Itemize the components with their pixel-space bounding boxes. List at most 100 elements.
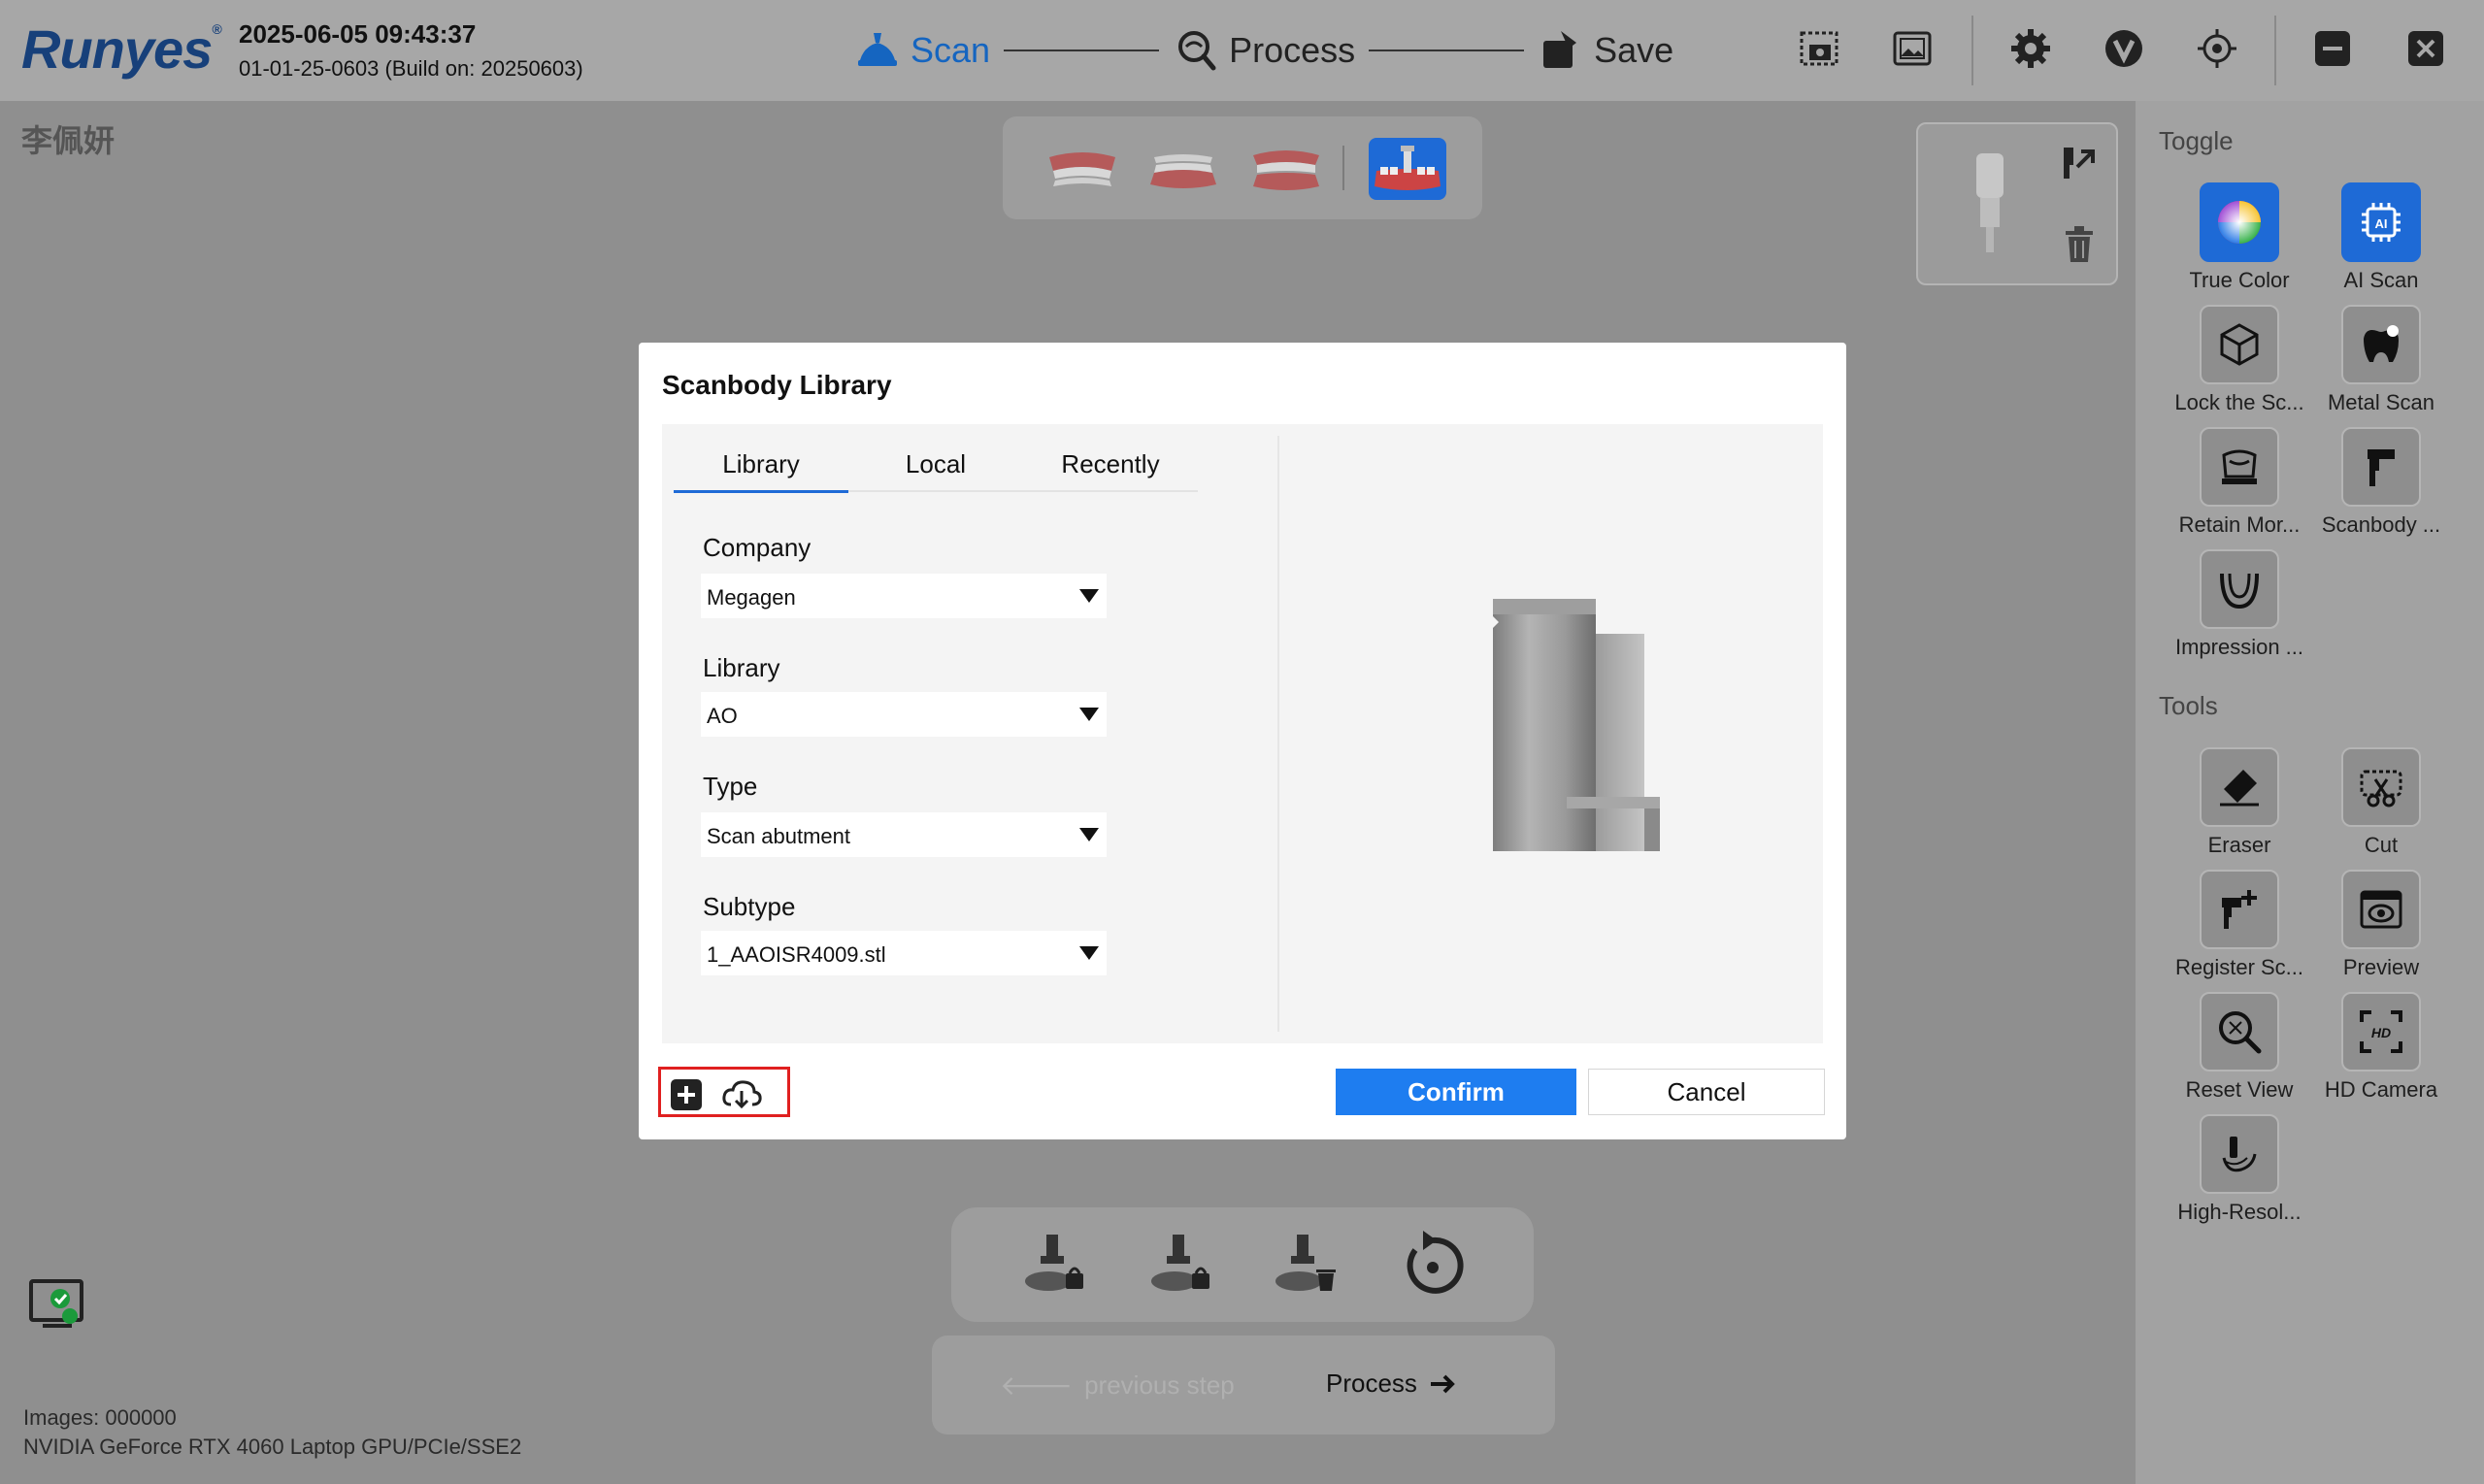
library-value: AO [707, 704, 738, 728]
lower-jaw-icon[interactable] [1144, 138, 1222, 200]
implant-jaw-icon[interactable] [1369, 138, 1446, 200]
dialog-title: Scanbody Library [662, 370, 892, 400]
minimize-button[interactable] [2307, 23, 2358, 74]
library-select[interactable]: AO [701, 692, 1107, 737]
toggle-lock-scan[interactable]: Lock the Sc... [2167, 305, 2312, 415]
scanbody-preview-icon[interactable] [1969, 149, 2011, 256]
delete-scan-icon[interactable] [1266, 1231, 1343, 1301]
impression-box [2200, 549, 2279, 629]
toggle-retain-more[interactable]: Retain Mor... [2167, 427, 2312, 538]
tool-label: Reset View [2185, 1077, 2294, 1102]
monitor-status-icon[interactable] [27, 1277, 87, 1337]
toggle-metal-scan[interactable]: Metal Scan [2308, 305, 2454, 415]
lock-jaw-icon[interactable] [1142, 1231, 1219, 1301]
tool-high-resolution[interactable]: High-Resol... [2167, 1114, 2312, 1225]
subtype-label: Subtype [703, 892, 796, 921]
dropdown-arrow-icon [1079, 946, 1099, 960]
window-controls [2307, 23, 2451, 74]
subtype-select[interactable]: 1_AAOISR4009.stl [701, 931, 1107, 975]
next-step-label: Process [1326, 1369, 1417, 1398]
tool-label: Retain Mor... [2178, 512, 2301, 537]
settings-button[interactable] [2005, 23, 2056, 74]
tab-library[interactable]: Library [674, 449, 848, 493]
tool-label: True Color [2189, 268, 2290, 292]
type-value: Scan abutment [707, 824, 850, 848]
view-icons [1794, 23, 1938, 74]
scanbody-icon [2368, 449, 2395, 486]
step-process[interactable]: Process [1173, 27, 1355, 74]
screenshot-icon [1800, 31, 1838, 66]
scanbody-select-icon[interactable] [2058, 144, 2099, 184]
tool-label: Metal Scan [2327, 390, 2435, 414]
target-button[interactable] [2192, 23, 2242, 74]
cloud-download-icon[interactable] [721, 1077, 762, 1112]
process-icon [1178, 31, 1216, 71]
right-sidebar: Toggle True Color AI AI Scan Lock the Sc… [2136, 101, 2484, 1484]
upper-jaw-icon[interactable] [1043, 138, 1121, 200]
true-color-box [2200, 182, 2279, 262]
scanbody-box [2341, 427, 2421, 507]
hd-camera-icon: HD [2360, 1010, 2402, 1053]
workflow-steps: Scan Process Save [854, 21, 1673, 80]
hd-camera-box: HD [2341, 992, 2421, 1072]
tool-label: Register Sc... [2174, 955, 2304, 979]
tools-section-title: Tools [2159, 691, 2218, 720]
next-step-button[interactable]: Process [1326, 1369, 1458, 1399]
company-label: Company [703, 533, 811, 562]
retain-more-box [2200, 427, 2279, 507]
tool-preview[interactable]: Preview [2308, 870, 2454, 980]
toggle-scanbody[interactable]: Scanbody ... [2308, 427, 2454, 538]
high-resolution-box [2200, 1114, 2279, 1194]
v-button[interactable] [2099, 23, 2149, 74]
previous-step-button[interactable]: 🡐 previous step [1000, 1369, 1235, 1402]
reset-rotate-icon[interactable] [1394, 1231, 1472, 1301]
gallery-button[interactable] [1887, 23, 1938, 74]
confirm-button[interactable]: Confirm [1336, 1069, 1576, 1115]
toggle-ai-scan[interactable]: AI AI Scan [2308, 182, 2454, 293]
tool-eraser[interactable]: Eraser [2167, 747, 2312, 858]
company-select[interactable]: Megagen [701, 574, 1107, 618]
tool-hd-camera[interactable]: HD HD Camera [2308, 992, 2454, 1103]
retain-tooth-icon [2222, 449, 2257, 484]
scanbody-3d-preview[interactable] [1493, 599, 1660, 851]
lock-scan-icon[interactable] [1015, 1231, 1093, 1301]
tool-label: AI Scan [2343, 268, 2419, 292]
tool-reset-view[interactable]: Reset View [2167, 992, 2312, 1103]
build-text: 01-01-25-0603 (Build on: 20250603) [239, 56, 583, 81]
target-icon [2198, 29, 2236, 68]
type-select[interactable]: Scan abutment [701, 812, 1107, 857]
tab-local[interactable]: Local [848, 449, 1023, 479]
tool-label: Lock the Sc... [2174, 390, 2304, 414]
toggle-true-color[interactable]: True Color [2167, 182, 2312, 293]
cancel-button[interactable]: Cancel [1588, 1069, 1825, 1115]
add-icon[interactable] [669, 1077, 704, 1112]
gpu-info: NVIDIA GeForce RTX 4060 Laptop GPU/PCIe/… [23, 1435, 522, 1459]
arrow-left-icon: 🡐 [1000, 1370, 1074, 1401]
tool-label: Impression ... [2174, 635, 2304, 659]
ai-scan-box: AI [2341, 182, 2421, 262]
tool-label: HD Camera [2324, 1077, 2438, 1102]
library-actions [658, 1067, 790, 1117]
ai-chip-icon: AI [2362, 203, 2401, 242]
company-value: Megagen [707, 585, 796, 610]
both-jaws-icon[interactable] [1247, 138, 1325, 200]
scan-icon [858, 33, 897, 66]
svg-text:HD: HD [2371, 1025, 2391, 1040]
panel-divider [1277, 436, 1279, 1032]
step-scan[interactable]: Scan [854, 27, 990, 74]
register-scanbody-icon [2222, 890, 2257, 929]
jaw-selector [1003, 116, 1482, 219]
step-save[interactable]: Save [1538, 27, 1673, 74]
tool-register-scanbody[interactable]: Register Sc... [2167, 870, 2312, 980]
close-button[interactable] [2401, 23, 2451, 74]
register-scanbody-box [2200, 870, 2279, 949]
tool-label: Eraser [2207, 833, 2271, 857]
tab-recently[interactable]: Recently [1023, 449, 1198, 479]
screenshot-button[interactable] [1794, 23, 1844, 74]
toggle-impression[interactable]: Impression ... [2167, 549, 2312, 660]
tool-cut[interactable]: Cut [2308, 747, 2454, 858]
delete-icon[interactable] [2060, 223, 2099, 266]
dialog-body: Library Local Recently Company Megagen L… [662, 424, 1823, 1043]
header-divider [2274, 16, 2276, 85]
dropdown-arrow-icon [1079, 828, 1099, 841]
